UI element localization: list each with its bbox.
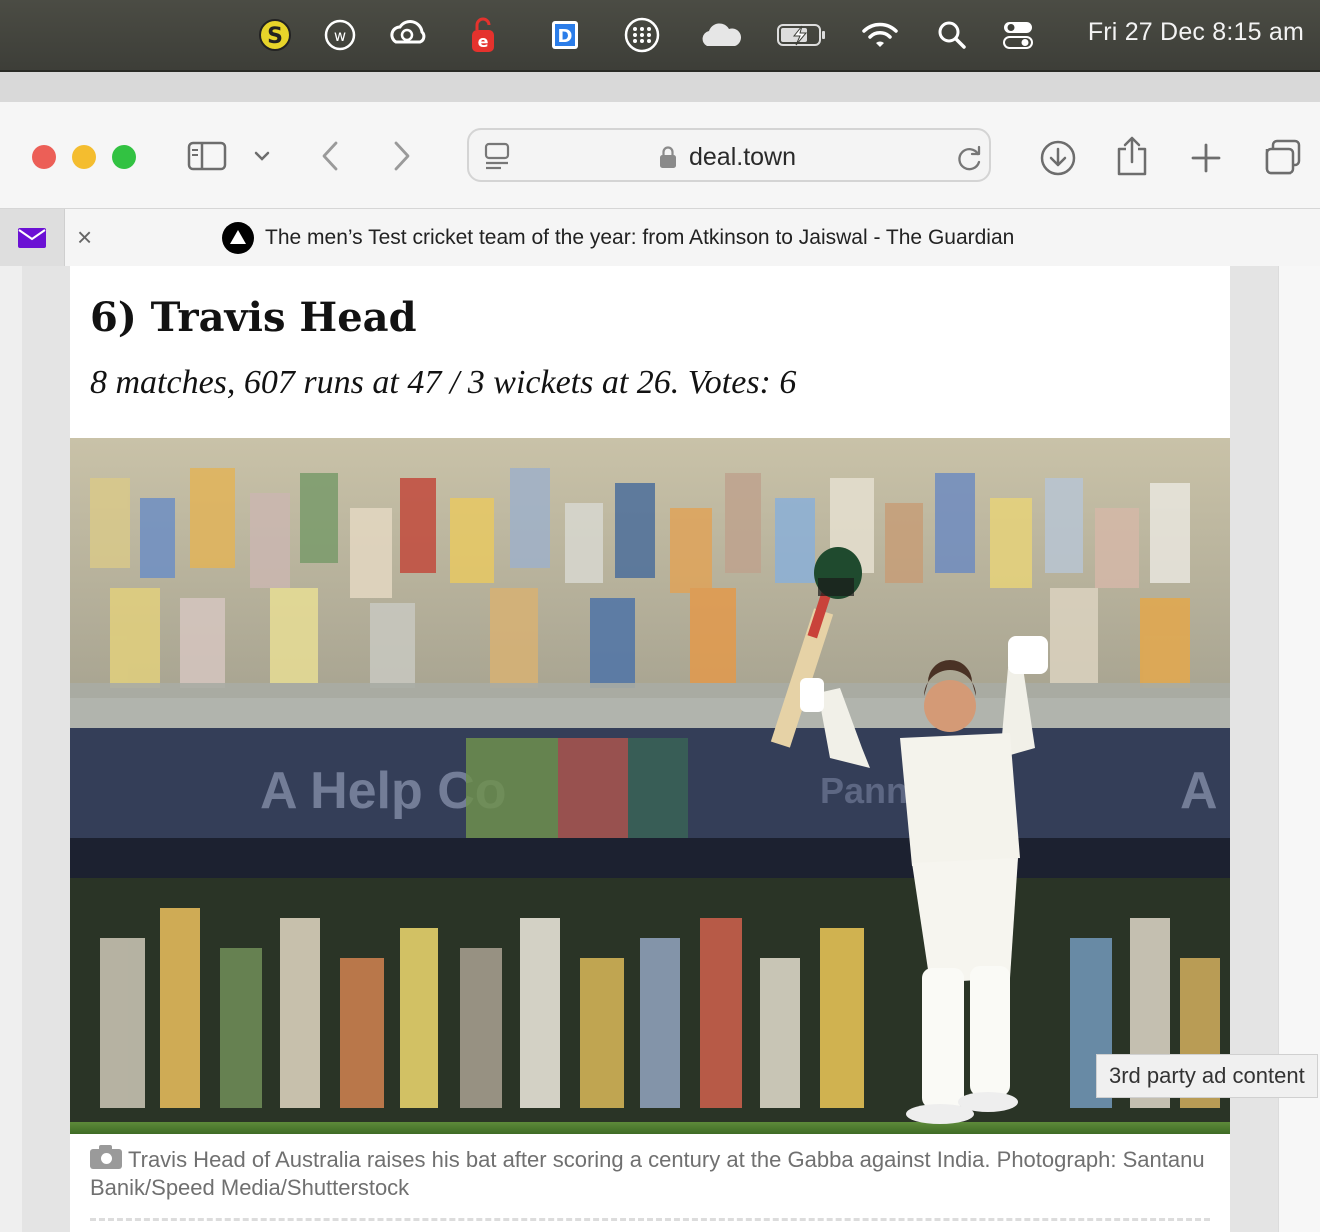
wifi-icon[interactable] <box>860 15 900 55</box>
grid-dots-icon[interactable] <box>622 15 662 55</box>
back-arrow-icon[interactable] <box>314 138 346 174</box>
lock-icon <box>657 144 679 170</box>
search-icon[interactable] <box>932 15 972 55</box>
zoom-window-button[interactable] <box>112 145 136 169</box>
close-window-button[interactable] <box>32 145 56 169</box>
address-bar[interactable]: deal.town <box>467 128 991 182</box>
svg-text:w: w <box>334 27 346 45</box>
url-text[interactable]: deal.town <box>689 143 796 172</box>
s-coin-icon[interactable]: S <box>255 15 295 55</box>
tab-overview-icon[interactable] <box>1260 136 1304 178</box>
svg-text:e: e <box>478 32 489 51</box>
browser-toolbar: deal.town <box>0 102 1320 208</box>
desktop-strip <box>0 72 1320 102</box>
article-photo[interactable]: A Help Co Pannolli A <box>70 438 1230 1134</box>
download-icon[interactable] <box>1038 138 1078 178</box>
browser-window: deal.town × The men’s Test cricket team <box>0 102 1320 1232</box>
forward-arrow-icon[interactable] <box>386 138 418 174</box>
lock-e-icon[interactable]: e <box>463 15 503 55</box>
page-gutter-left <box>22 266 70 1232</box>
guardian-favicon-icon <box>222 222 254 254</box>
chevron-down-icon[interactable] <box>250 142 274 170</box>
tab-bar: × The men’s Test cricket team of the yea… <box>0 208 1320 268</box>
d-app-icon[interactable]: D <box>545 15 585 55</box>
svg-text:A: A <box>1180 762 1218 820</box>
close-tab-icon[interactable]: × <box>77 223 92 251</box>
battery-charging-icon <box>775 15 829 55</box>
web-page: 6) Travis Head 8 matches, 607 runs at 47… <box>0 266 1320 1232</box>
article-content: 6) Travis Head 8 matches, 607 runs at 47… <box>70 266 1230 1232</box>
cloud-icon[interactable] <box>697 15 745 55</box>
camera-icon <box>90 1145 122 1169</box>
tab-title: The men’s Test cricket team of the year:… <box>265 226 1015 249</box>
section-divider <box>90 1218 1210 1221</box>
creative-cloud-icon[interactable] <box>388 15 428 55</box>
control-center-icon[interactable] <box>998 15 1038 55</box>
w-circle-icon[interactable]: w <box>320 15 360 55</box>
sidebar-toggle-icon[interactable] <box>186 138 228 174</box>
tab-active[interactable]: × The men’s Test cricket team of the yea… <box>65 209 1320 267</box>
share-icon[interactable] <box>1112 134 1152 178</box>
svg-text:D: D <box>558 26 573 47</box>
pinned-tab-mail[interactable] <box>0 209 65 267</box>
section-heading: 6) Travis Head <box>90 294 417 341</box>
mail-envelope-icon <box>18 228 46 248</box>
reload-icon[interactable] <box>955 143 985 173</box>
minimize-window-button[interactable] <box>72 145 96 169</box>
caption-text: Travis Head of Australia raises his bat … <box>90 1147 1205 1200</box>
new-tab-plus-icon[interactable] <box>1186 138 1226 178</box>
ad-label-tooltip: 3rd party ad content <box>1096 1054 1318 1098</box>
svg-text:S: S <box>267 24 283 49</box>
menu-bar: S w e D Fri 27 Dec 8:15 am <box>0 0 1320 72</box>
reader-page-icon[interactable] <box>481 140 513 172</box>
photo-caption: Travis Head of Australia raises his bat … <box>90 1145 1220 1202</box>
player-stats: 8 matches, 607 runs at 47 / 3 wickets at… <box>90 364 797 401</box>
menubar-clock[interactable]: Fri 27 Dec 8:15 am <box>1088 18 1304 47</box>
